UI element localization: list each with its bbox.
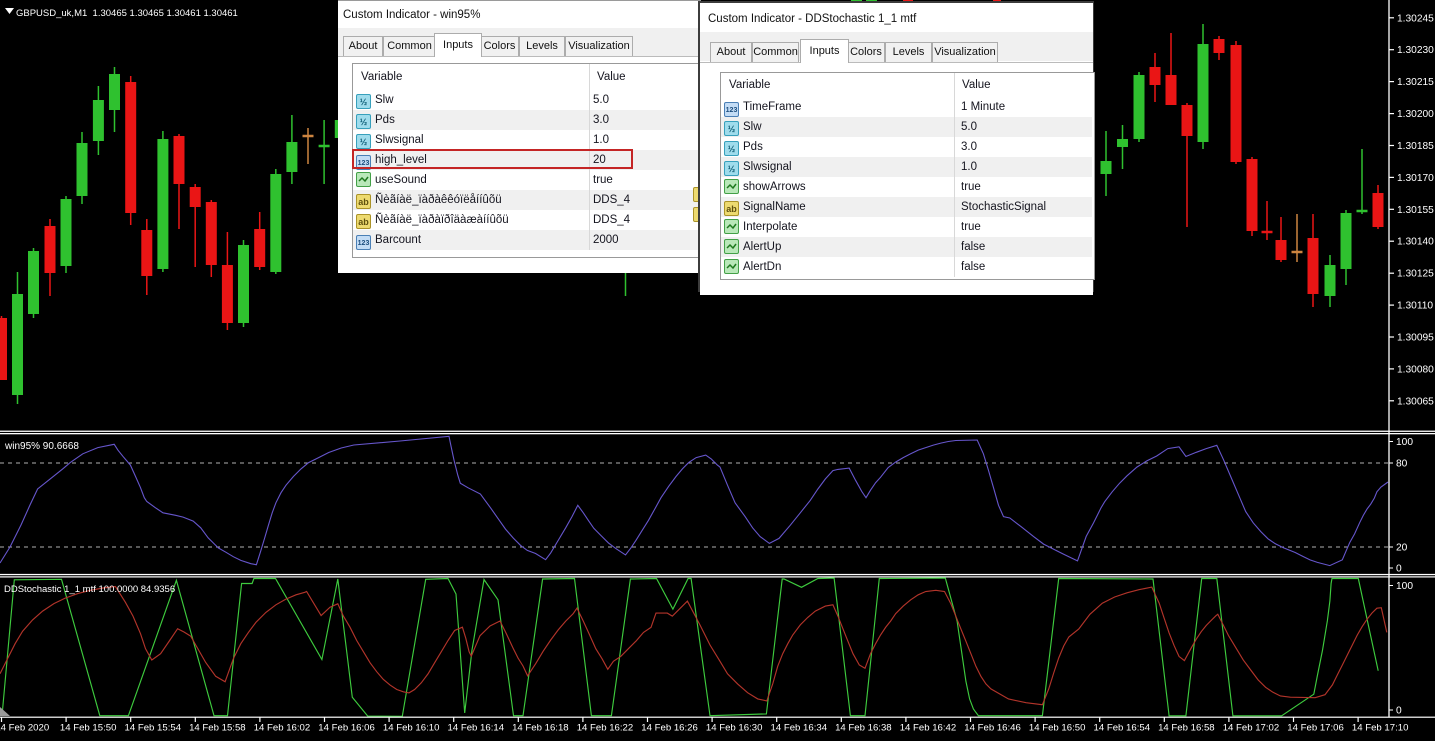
svg-text:100: 100 <box>1396 437 1413 448</box>
svg-text:14 Feb 16:38: 14 Feb 16:38 <box>835 723 892 734</box>
svg-text:1.30155: 1.30155 <box>1397 205 1434 216</box>
svg-text:14 Feb 17:10: 14 Feb 17:10 <box>1352 723 1409 734</box>
svg-text:14 Feb 16:42: 14 Feb 16:42 <box>900 723 957 734</box>
svg-text:1.30230: 1.30230 <box>1397 45 1434 56</box>
svg-text:14 Feb 16:58: 14 Feb 16:58 <box>1158 723 1215 734</box>
svg-text:1.30095: 1.30095 <box>1397 333 1434 344</box>
svg-text:GBPUSD_uk,M1 1.30465 1.30465: GBPUSD_uk,M1 1.30465 1.30465 1.30461 1.3… <box>16 8 238 19</box>
svg-text:1.30185: 1.30185 <box>1397 141 1434 152</box>
svg-text:14 Feb 16:34: 14 Feb 16:34 <box>771 723 828 734</box>
svg-text:1.30215: 1.30215 <box>1397 77 1434 88</box>
svg-text:14 Feb 16:26: 14 Feb 16:26 <box>641 723 698 734</box>
svg-text:14 Feb 16:46: 14 Feb 16:46 <box>964 723 1021 734</box>
svg-text:14 Feb 16:18: 14 Feb 16:18 <box>512 723 569 734</box>
svg-text:1.30140: 1.30140 <box>1397 237 1434 248</box>
svg-text:1.30110: 1.30110 <box>1397 301 1433 312</box>
svg-text:14 Feb 16:10: 14 Feb 16:10 <box>383 723 440 734</box>
svg-text:100: 100 <box>1396 581 1413 592</box>
svg-text:DDStochastic 1_1 mtf 100.0000: DDStochastic 1_1 mtf 100.0000 84.9356 <box>4 584 175 595</box>
svg-text:14 Feb 2020: 14 Feb 2020 <box>0 723 49 734</box>
svg-text:14 Feb 16:22: 14 Feb 16:22 <box>577 723 634 734</box>
svg-text:14 Feb 16:14: 14 Feb 16:14 <box>448 723 505 734</box>
svg-text:1.30125: 1.30125 <box>1397 269 1434 280</box>
svg-text:0: 0 <box>1396 564 1402 575</box>
svg-text:14 Feb 17:06: 14 Feb 17:06 <box>1287 723 1344 734</box>
svg-text:14 Feb 15:58: 14 Feb 15:58 <box>189 723 246 734</box>
svg-text:14 Feb 15:50: 14 Feb 15:50 <box>60 723 117 734</box>
svg-text:0: 0 <box>1396 706 1402 717</box>
svg-text:14 Feb 16:54: 14 Feb 16:54 <box>1094 723 1151 734</box>
svg-text:14 Feb 15:54: 14 Feb 15:54 <box>125 723 182 734</box>
svg-text:80: 80 <box>1396 459 1408 470</box>
svg-text:14 Feb 16:02: 14 Feb 16:02 <box>254 723 311 734</box>
svg-text:14 Feb 17:02: 14 Feb 17:02 <box>1223 723 1280 734</box>
svg-text:14 Feb 16:50: 14 Feb 16:50 <box>1029 723 1086 734</box>
svg-text:1.30245: 1.30245 <box>1397 13 1434 24</box>
svg-text:1.30200: 1.30200 <box>1397 109 1434 120</box>
svg-text:1.30080: 1.30080 <box>1397 364 1434 375</box>
svg-text:1.30170: 1.30170 <box>1397 173 1434 184</box>
svg-text:20: 20 <box>1396 543 1408 554</box>
svg-text:14 Feb 16:30: 14 Feb 16:30 <box>706 723 763 734</box>
svg-text:14 Feb 16:06: 14 Feb 16:06 <box>318 723 375 734</box>
svg-text:win95% 90.6668: win95% 90.6668 <box>4 441 79 452</box>
svg-text:1.30065: 1.30065 <box>1397 396 1434 407</box>
